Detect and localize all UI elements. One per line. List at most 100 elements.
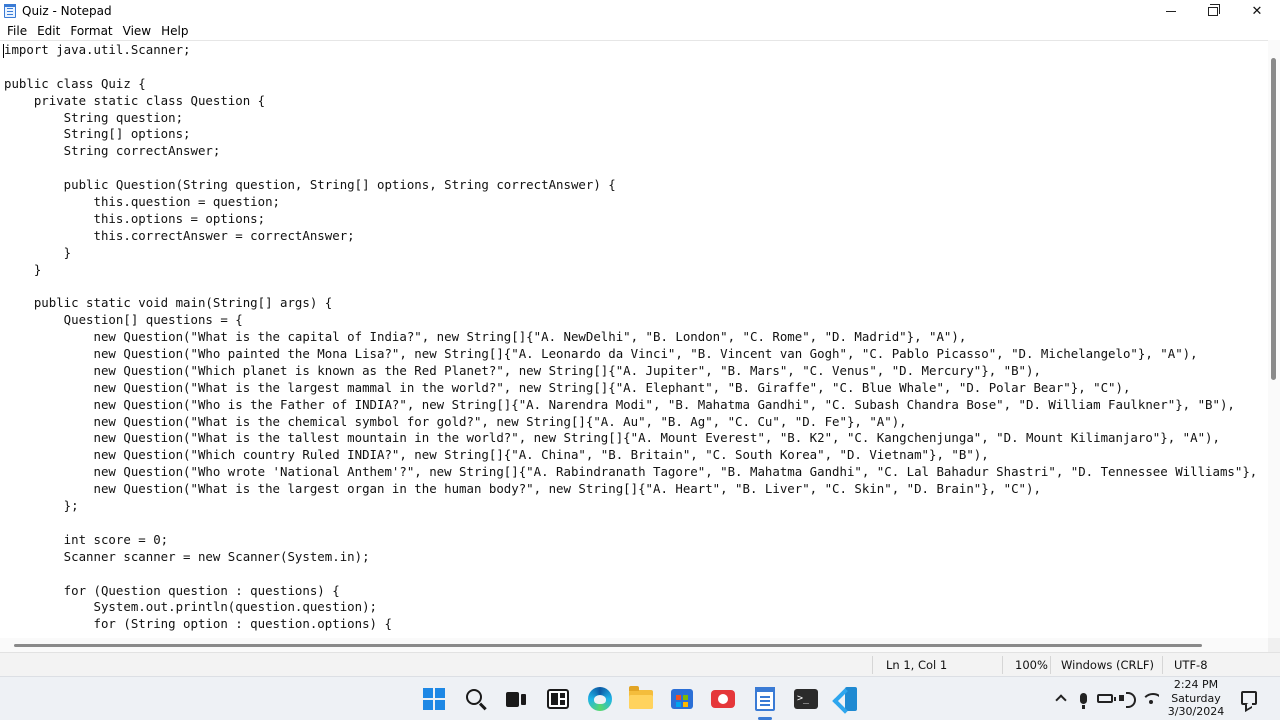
search-button[interactable]	[462, 685, 490, 713]
status-bar: Ln 1, Col 1 100% Windows (CRLF) UTF-8	[0, 652, 1280, 676]
code-line: this.correctAnswer = correctAnswer;	[4, 227, 355, 243]
code-line: int score = 0;	[4, 531, 169, 547]
taskbar: >_	[0, 676, 1280, 720]
folder-icon	[629, 685, 653, 709]
close-button[interactable]: ✕	[1234, 0, 1280, 22]
code-line: new Question("What is the tallest mounta…	[4, 430, 1220, 446]
notifications-button[interactable]	[1240, 689, 1258, 707]
menu-file[interactable]: File	[2, 24, 32, 38]
windows-logo-icon	[423, 688, 445, 710]
minimize-icon	[1166, 10, 1176, 12]
code-line: this.options = options;	[4, 210, 266, 226]
title-bar[interactable]: Quiz - Notepad ✕	[0, 0, 1280, 22]
horizontal-scrollbar[interactable]	[0, 638, 1268, 652]
vertical-scroll-thumb[interactable]	[1271, 58, 1276, 380]
notification-icon	[1241, 691, 1257, 705]
zoom-level: 100%	[1015, 658, 1048, 672]
code-line: new Question("Who wrote 'National Anthem…	[4, 464, 1258, 480]
code-line: private static class Question {	[4, 92, 266, 108]
code-line: Scanner scanner = new Scanner(System.in)…	[4, 548, 370, 564]
wifi-icon	[1143, 691, 1159, 705]
store-icon	[671, 689, 693, 709]
volume-button[interactable]	[1118, 689, 1136, 708]
code-line: String question;	[4, 109, 184, 125]
scrollbar-corner	[1268, 638, 1280, 652]
code-lines: import java.util.Scanner; public class Qu…	[4, 42, 1257, 633]
line-ending: Windows (CRLF)	[1061, 658, 1155, 672]
battery-button[interactable]	[1096, 689, 1116, 707]
battery-icon	[1097, 693, 1116, 703]
edge-icon	[588, 687, 612, 711]
code-line: }	[4, 261, 42, 277]
code-line: public Question(String question, String[…	[4, 177, 616, 193]
show-hidden-icons-button[interactable]	[1052, 689, 1070, 707]
edge-browser-button[interactable]	[586, 685, 614, 713]
widgets-icon	[547, 689, 569, 709]
speaker-icon	[1119, 691, 1136, 708]
menu-bar: File Edit Format View Help	[0, 22, 1280, 40]
terminal-button[interactable]: >_	[792, 685, 820, 713]
code-line: new Question("What is the chemical symbo…	[4, 413, 907, 429]
status-divider	[1050, 656, 1051, 674]
encoding: UTF-8	[1174, 658, 1208, 672]
record-icon	[711, 690, 735, 708]
window-title: Quiz - Notepad	[22, 4, 112, 18]
code-line: new Question("What is the largest mammal…	[4, 379, 1131, 395]
task-view-button[interactable]	[502, 685, 530, 713]
clock-day: Saturday	[1171, 691, 1221, 705]
notepad-icon	[755, 687, 775, 711]
vertical-scrollbar[interactable]	[1268, 40, 1280, 638]
code-line: String[] options;	[4, 126, 191, 142]
status-divider	[872, 656, 873, 674]
code-line: for (Question question : questions) {	[4, 582, 340, 598]
code-line: System.out.println(question.question);	[4, 599, 377, 615]
file-explorer-button[interactable]	[627, 685, 655, 713]
code-line: public static void main(String[] args) {	[4, 295, 333, 311]
menu-help[interactable]: Help	[156, 24, 193, 38]
code-line: }	[4, 244, 72, 260]
code-line: };	[4, 498, 79, 514]
code-line: new Question("Who is the Father of INDIA…	[4, 396, 1235, 412]
minimize-button[interactable]	[1148, 0, 1194, 22]
close-icon: ✕	[1251, 3, 1263, 19]
chevron-up-icon	[1055, 694, 1067, 706]
code-line: String correctAnswer;	[4, 143, 221, 159]
microphone-button[interactable]	[1074, 689, 1092, 709]
horizontal-scroll-thumb[interactable]	[14, 644, 1202, 647]
code-line: new Question("Who painted the Mona Lisa?…	[4, 346, 1198, 362]
clock-date: 3/30/2024	[1167, 705, 1225, 718]
maximize-button[interactable]	[1190, 0, 1236, 22]
code-line: new Question("What is the capital of Ind…	[4, 329, 967, 345]
microphone-icon	[1079, 692, 1087, 709]
menu-format[interactable]: Format	[65, 24, 117, 38]
status-divider	[1002, 656, 1003, 674]
code-line: this.question = question;	[4, 194, 281, 210]
notepad-app-icon[interactable]	[4, 4, 16, 18]
code-line: new Question("Which country Ruled INDIA?…	[4, 447, 989, 463]
code-line: for (String option : question.options) {	[4, 616, 392, 632]
task-view-icon	[506, 690, 526, 708]
text-editor[interactable]: import java.util.Scanner; public class Qu…	[0, 40, 1268, 638]
menu-view[interactable]: View	[118, 24, 156, 38]
screen-recorder-button[interactable]	[709, 685, 737, 713]
vscode-button[interactable]	[833, 685, 861, 713]
vscode-icon	[835, 687, 859, 711]
notepad-taskbar-button[interactable]	[751, 685, 779, 713]
system-clock[interactable]: 2:24 PM Saturday 3/30/2024	[1158, 678, 1234, 719]
microsoft-store-button[interactable]	[668, 685, 696, 713]
start-button[interactable]	[420, 685, 448, 713]
code-line: new Question("Which planet is known as t…	[4, 362, 1041, 378]
widgets-button[interactable]	[544, 685, 572, 713]
search-icon	[466, 689, 482, 705]
clock-time: 2:24 PM	[1173, 678, 1219, 691]
code-line: new Question("What is the largest organ …	[4, 481, 1041, 497]
status-divider	[1162, 656, 1163, 674]
text-caret	[3, 44, 4, 58]
menu-edit[interactable]: Edit	[32, 24, 65, 38]
restore-icon	[1208, 3, 1220, 16]
